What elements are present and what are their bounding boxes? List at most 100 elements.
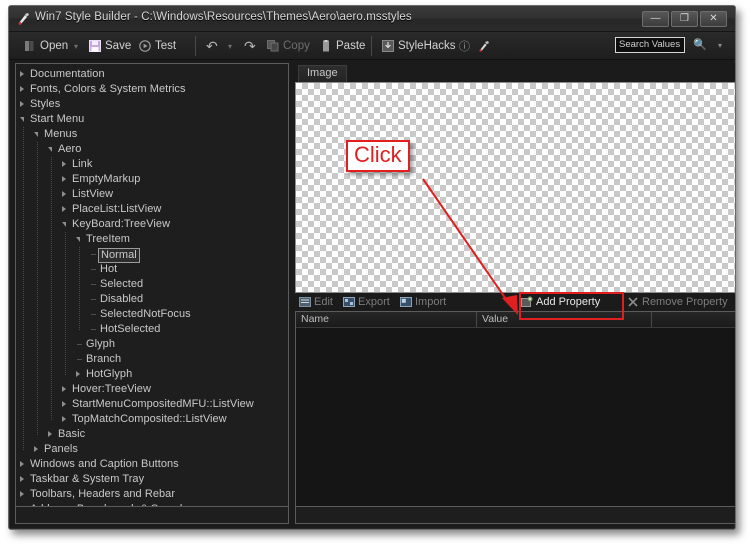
tree-item[interactable]: Link — [16, 157, 288, 172]
tree-item-label: Start Menu — [30, 113, 85, 125]
chevron-right-icon[interactable] — [62, 416, 66, 422]
tree-item[interactable]: SelectedNotFocus — [16, 307, 288, 322]
chevron-right-icon[interactable] — [20, 461, 24, 467]
tree-item[interactable]: Taskbar & System Tray — [16, 472, 288, 487]
status-bar-left — [15, 506, 289, 524]
search-icon[interactable]: 🔍 — [691, 37, 709, 53]
tree-item[interactable]: Panels — [16, 442, 288, 457]
chevron-right-icon[interactable] — [76, 371, 80, 377]
tree-item[interactable]: Hover:TreeView — [16, 382, 288, 397]
chevron-right-icon[interactable] — [34, 446, 38, 452]
tree-item[interactable]: Glyph — [16, 337, 288, 352]
eyedropper-button[interactable] — [475, 36, 493, 56]
tree-item[interactable]: KeyBoard:TreeView — [16, 217, 288, 232]
title-bar[interactable]: Win7 Style Builder - C:\Windows\Resource… — [9, 6, 735, 32]
close-icon: ✕ — [709, 13, 718, 24]
tree-item[interactable]: Documentation — [16, 67, 288, 82]
tree-item[interactable]: Normal — [16, 247, 288, 263]
stylehacks-button[interactable]: StyleHacks — [379, 36, 459, 56]
chevron-down-icon: ▾ — [74, 41, 79, 51]
tree-guide-line — [65, 232, 66, 376]
tree-item-label: Styles — [30, 98, 61, 110]
tree-item[interactable]: TreeItem — [16, 232, 288, 247]
click-annotation-badge: Click — [346, 140, 410, 172]
chevron-down-icon[interactable] — [34, 132, 38, 137]
chevron-right-icon[interactable] — [62, 161, 66, 167]
tree-item[interactable]: Disabled — [16, 292, 288, 307]
chevron-right-icon[interactable] — [20, 86, 24, 92]
open-dropdown-button[interactable]: ▾ — [71, 36, 81, 56]
tree-item[interactable]: TopMatchComposited::ListView — [16, 412, 288, 427]
info-button[interactable]: ⓘ — [456, 36, 473, 56]
copy-icon — [267, 40, 279, 52]
copy-button[interactable]: Copy — [264, 36, 313, 56]
chevron-right-icon[interactable] — [20, 101, 24, 107]
chevron-right-icon[interactable] — [62, 206, 66, 212]
test-button[interactable]: Test — [136, 36, 179, 56]
tree-guide-line — [51, 157, 52, 421]
status-bar-right — [295, 506, 735, 524]
image-canvas[interactable]: Click — [295, 82, 735, 315]
tree-guide-line — [79, 247, 80, 331]
chevron-right-icon[interactable] — [62, 191, 66, 197]
eyedropper-icon — [479, 41, 489, 52]
tree-item[interactable]: Menus — [16, 127, 288, 142]
tab-image[interactable]: Image — [298, 65, 347, 82]
search-input[interactable]: Search Values — [615, 37, 685, 53]
tree-item[interactable]: EmptyMarkup — [16, 172, 288, 187]
tree-item[interactable]: HotGlyph — [16, 367, 288, 382]
tree-item-label: Branch — [86, 353, 122, 365]
chevron-right-icon[interactable] — [62, 401, 66, 407]
property-grid[interactable]: Name Value — [295, 311, 735, 524]
property-grid-body[interactable] — [296, 328, 735, 523]
open-button[interactable]: Open — [21, 36, 71, 56]
save-button[interactable]: Save — [86, 36, 134, 56]
chevron-down-icon[interactable] — [20, 117, 24, 122]
search-dropdown-button[interactable]: ▾ — [713, 37, 727, 53]
tree-item-label: StartMenuCompositedMFU::ListView — [72, 398, 254, 410]
tab-image-label: Image — [307, 67, 338, 79]
tree-item[interactable]: StartMenuCompositedMFU::ListView — [16, 397, 288, 412]
toolbar-separator-1 — [195, 36, 196, 56]
toolbar-separator-2 — [371, 36, 372, 56]
redo-button[interactable]: ↷ — [241, 36, 259, 56]
minimize-button[interactable]: — — [642, 11, 669, 27]
copy-label: Copy — [283, 40, 310, 52]
tree-item[interactable]: Toolbars, Headers and Rebar — [16, 487, 288, 502]
tree-item[interactable]: Fonts, Colors & System Metrics — [16, 82, 288, 97]
maximize-button[interactable]: ❐ — [671, 11, 698, 27]
tree-item[interactable]: Hot — [16, 262, 288, 277]
tree-item[interactable]: Branch — [16, 352, 288, 367]
paste-button[interactable]: Paste — [317, 36, 368, 56]
tree-item[interactable]: ListView — [16, 187, 288, 202]
tree-item[interactable]: Aero — [16, 142, 288, 157]
tree-item[interactable]: Start Menu — [16, 112, 288, 127]
download-box-icon — [382, 40, 394, 52]
tree-item-label: TopMatchComposited::ListView — [72, 413, 227, 425]
chevron-right-icon[interactable] — [20, 491, 24, 497]
chevron-right-icon[interactable] — [20, 476, 24, 482]
chevron-right-icon[interactable] — [48, 431, 52, 437]
chevron-right-icon[interactable] — [20, 71, 24, 77]
chevron-down-icon[interactable] — [48, 147, 52, 152]
chevron-down-icon[interactable] — [76, 237, 80, 242]
undo-button[interactable]: ↶ — [203, 36, 221, 56]
folder-open-icon — [25, 41, 34, 51]
chevron-right-icon[interactable] — [62, 386, 66, 392]
undo-dropdown-button[interactable]: ▾ — [225, 36, 235, 56]
minimize-icon: — — [650, 13, 661, 24]
close-button[interactable]: ✕ — [700, 11, 727, 27]
tree-item[interactable]: Styles — [16, 97, 288, 112]
tree-item-label: Documentation — [30, 68, 105, 80]
chevron-right-icon[interactable] — [62, 176, 66, 182]
style-tree-panel[interactable]: Documentation Fonts, Colors & System Metr… — [15, 63, 289, 524]
tree-item[interactable]: Basic — [16, 427, 288, 442]
tree-item[interactable]: PlaceList:ListView — [16, 202, 288, 217]
tree-item[interactable]: HotSelected — [16, 322, 288, 337]
tree-item[interactable]: Selected — [16, 277, 288, 292]
tree-item[interactable]: Windows and Caption Buttons — [16, 457, 288, 472]
tree-item-label: Glyph — [86, 338, 115, 350]
chevron-down-icon[interactable] — [62, 222, 66, 227]
image-preview-panel: Image Click — [295, 63, 735, 315]
tree-item-label: Hover:TreeView — [72, 383, 151, 395]
